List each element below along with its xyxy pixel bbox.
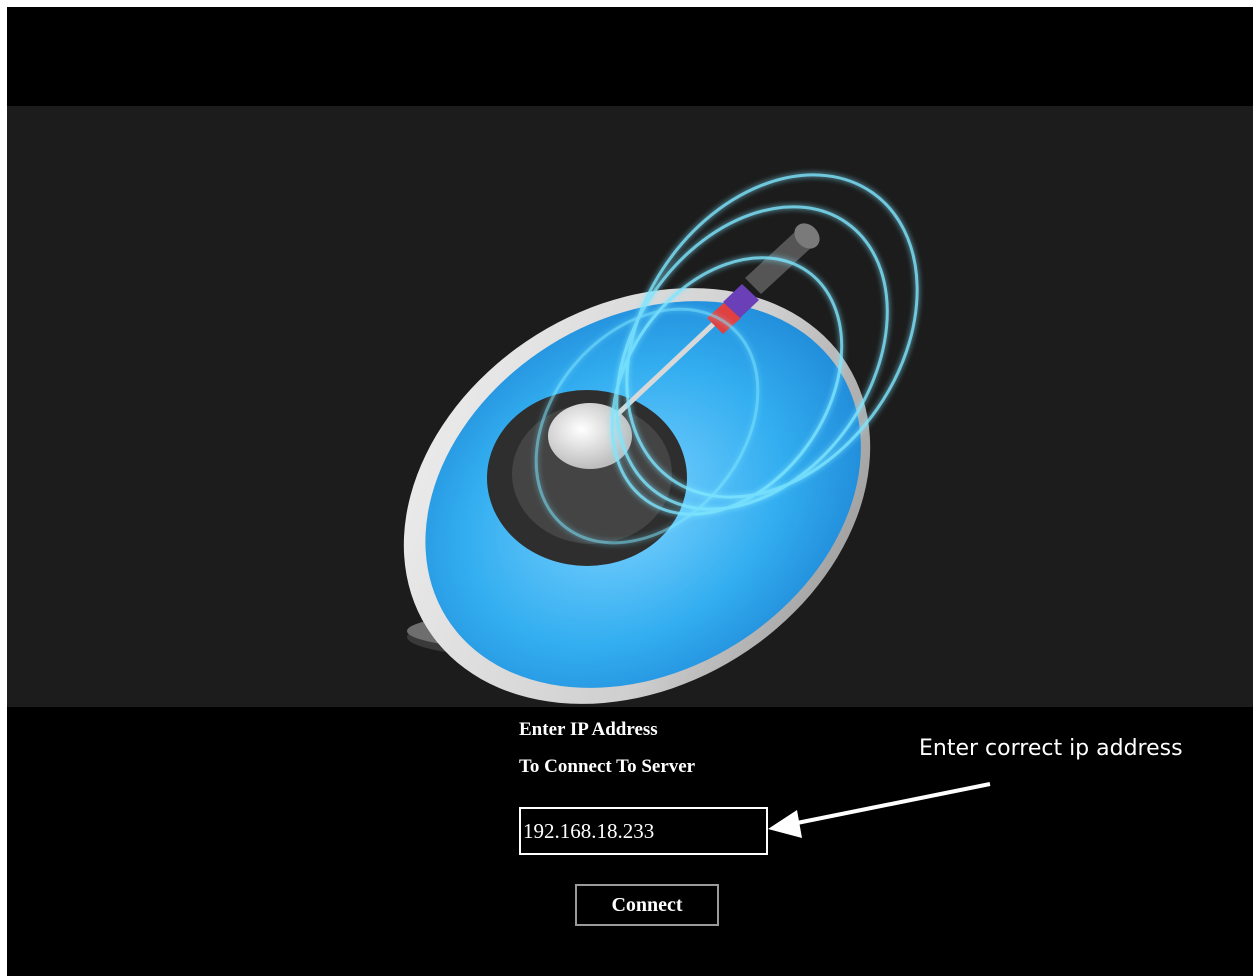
ip-address-input[interactable] bbox=[519, 807, 768, 855]
annotation-text: Enter correct ip address bbox=[919, 736, 1183, 761]
form-title-line-1: Enter IP Address bbox=[519, 719, 658, 740]
satellite-dish-icon bbox=[403, 173, 919, 704]
form-title-line-2: To Connect To Server bbox=[519, 756, 696, 777]
app-window: Enter IP Address To Connect To Server Co… bbox=[7, 7, 1253, 976]
connect-button[interactable]: Connect bbox=[575, 884, 719, 926]
hero-banner bbox=[7, 106, 1253, 707]
